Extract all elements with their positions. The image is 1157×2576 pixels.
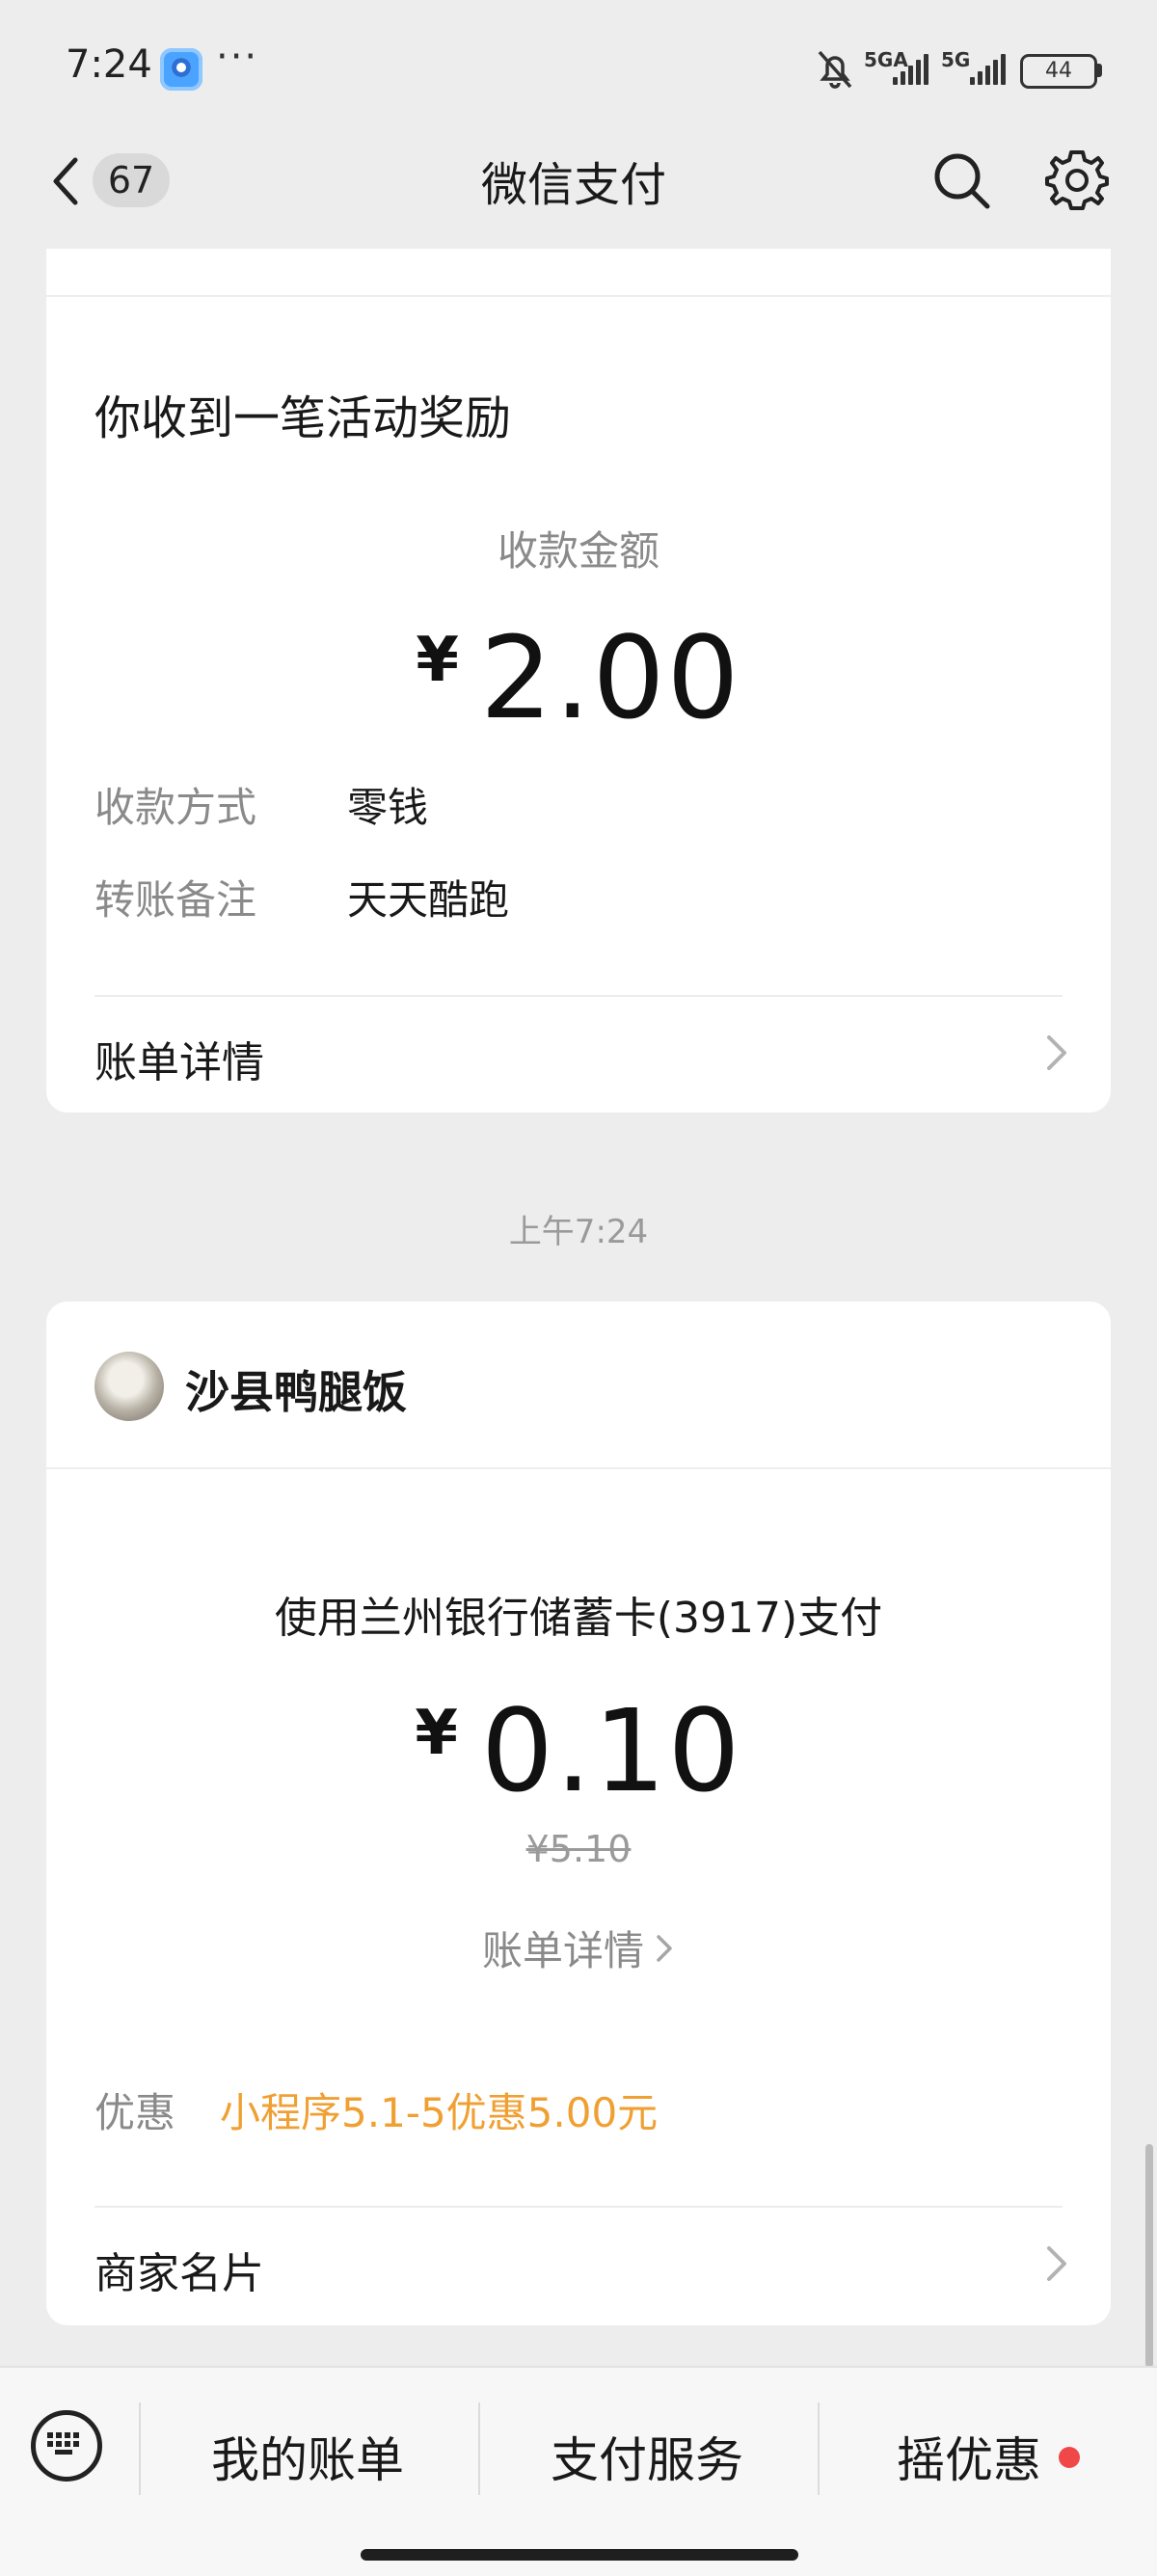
bill-detail-link[interactable]: 账单详情: [94, 1028, 264, 1089]
bill-detail-label[interactable]: 账单详情: [482, 1919, 644, 1977]
note-label: 转账备注: [94, 876, 257, 924]
gear-icon[interactable]: [1043, 147, 1111, 214]
bottom-menu-bar: 我的账单 支付服务 摇优惠: [0, 2366, 1157, 2576]
message-timestamp: 上午7:24: [508, 1213, 649, 1251]
battery-tip: [1097, 64, 1102, 77]
battery-indicator: 44: [1020, 54, 1097, 89]
chevron-right-icon[interactable]: [1043, 1032, 1070, 1074]
amount-label: 收款金额: [497, 527, 659, 575]
signal-bars-1-icon: [893, 54, 928, 85]
notification-dot: [1059, 2447, 1080, 2468]
payment-amount: ¥ 0.10: [46, 1683, 1111, 1818]
header-divider: [46, 1467, 1111, 1469]
bill-detail-link-2[interactable]: 账单详情: [46, 1919, 1111, 1977]
reward-card: 你收到一笔活动奖励 收款金额 ¥ 2.00 收款方式 零钱 转账备注 天天酷跑 …: [46, 249, 1111, 1113]
keyboard-toggle-button[interactable]: [31, 2410, 102, 2482]
menu-shake-discount[interactable]: 摇优惠: [820, 2422, 1128, 2491]
reward-title: 你收到一笔活动奖励: [94, 391, 512, 445]
pay-method-value: 零钱: [347, 784, 429, 831]
currency-symbol: ¥: [416, 625, 459, 696]
bell-muted-icon: [818, 50, 852, 89]
amount-value: 0.10: [480, 1684, 742, 1817]
network-label-2: 5G: [941, 48, 971, 71]
scrollbar[interactable]: [1145, 2144, 1153, 2368]
reward-amount: ¥ 2.00: [46, 611, 1111, 744]
search-icon[interactable]: [929, 148, 993, 212]
avatar[interactable]: [94, 1352, 164, 1421]
signal-bars-2-icon: [970, 54, 1006, 85]
keyboard-icon: [47, 2432, 79, 2455]
status-time: 7:24: [66, 42, 152, 87]
menu-payment-services[interactable]: 支付服务: [480, 2422, 814, 2491]
divider: [94, 2206, 1063, 2208]
amount-value: 2.00: [479, 611, 741, 744]
menu-my-bills[interactable]: 我的账单: [141, 2422, 474, 2491]
home-indicator[interactable]: [361, 2549, 798, 2561]
payment-card: 沙县鸭腿饭 使用兰州银行储蓄卡(3917)支付 ¥ 0.10 ¥5.10 账单详…: [46, 1301, 1111, 2325]
card-top-divider: [46, 295, 1111, 297]
merchant-card-link[interactable]: 商家名片: [94, 2239, 264, 2300]
pay-source: 使用兰州银行储蓄卡(3917)支付: [274, 1594, 883, 1643]
pay-method-label: 收款方式: [94, 784, 257, 831]
chevron-right-icon[interactable]: [654, 1932, 675, 1965]
discount-label: 优惠: [94, 2089, 176, 2136]
app-notification-icon: [160, 48, 202, 91]
divider: [94, 995, 1063, 997]
chevron-right-icon[interactable]: [1043, 2242, 1070, 2285]
original-price: ¥5.10: [525, 1828, 632, 1870]
currency-symbol: ¥: [415, 1698, 458, 1769]
note-value: 天天酷跑: [347, 876, 510, 924]
status-overflow: ···: [216, 35, 259, 79]
discount-value: 小程序5.1-5优惠5.00元: [220, 2089, 659, 2136]
merchant-name[interactable]: 沙县鸭腿饭: [185, 1357, 407, 1421]
